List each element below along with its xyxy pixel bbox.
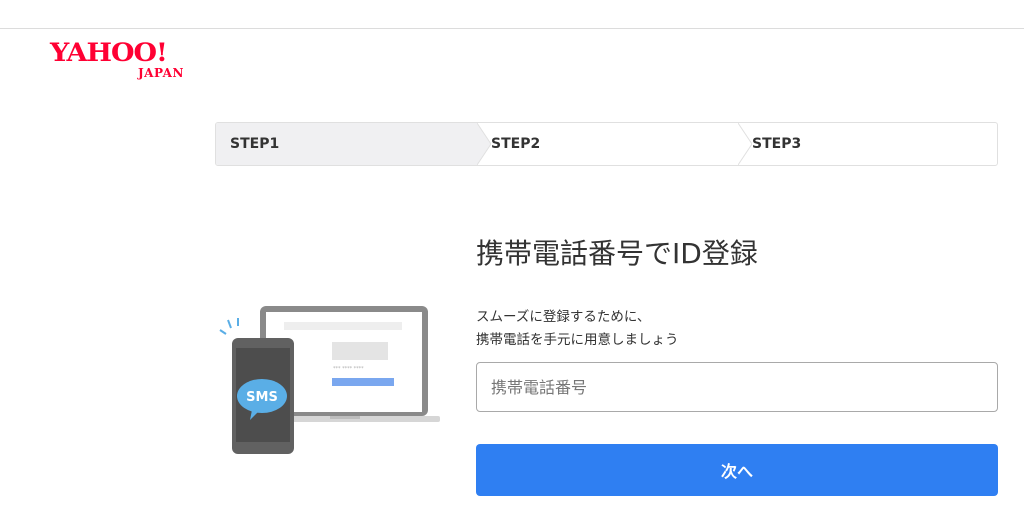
step-3: STEP3 bbox=[738, 123, 997, 165]
logo-main-text: YAHOO! bbox=[50, 39, 168, 68]
logo-sub-text: JAPAN bbox=[138, 66, 184, 80]
phone-laptop-sms-illustration: *** **** **** SMS bbox=[219, 306, 440, 454]
instruction-text: スムーズに登録するために、 携帯電話を手元に用意しましょう bbox=[476, 306, 679, 352]
header-divider bbox=[0, 28, 1024, 29]
instruction-line-2: 携帯電話を手元に用意しましょう bbox=[476, 332, 679, 348]
page-title: 携帯電話番号でID登録 bbox=[476, 237, 758, 270]
step-progress-bar: STEP1 STEP2 STEP3 bbox=[215, 122, 998, 166]
next-button[interactable]: 次へ bbox=[476, 444, 998, 496]
yahoo-japan-logo[interactable]: YAHOO! JAPAN bbox=[50, 40, 210, 84]
sms-bubble-text: SMS bbox=[246, 390, 278, 405]
step-2-label: STEP2 bbox=[491, 136, 541, 152]
step-1-label: STEP1 bbox=[230, 136, 280, 152]
phone-number-input[interactable] bbox=[476, 362, 998, 412]
instruction-line-1: スムーズに登録するために、 bbox=[476, 309, 651, 325]
step-2: STEP2 bbox=[477, 123, 738, 165]
step-1: STEP1 bbox=[216, 123, 477, 165]
step-3-label: STEP3 bbox=[752, 136, 802, 152]
svg-text:*** **** ****: *** **** **** bbox=[333, 366, 364, 372]
